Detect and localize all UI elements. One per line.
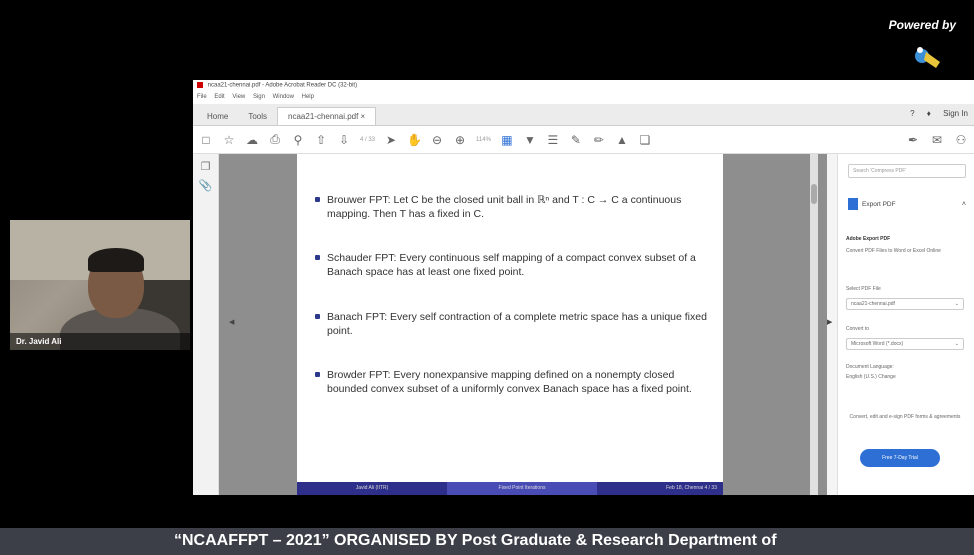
stamp-icon[interactable]: ▲: [615, 133, 629, 147]
bullet-marker: [315, 372, 320, 377]
event-banner: “NCAAFFPT – 2021” ORGANISED BY Post Grad…: [0, 528, 974, 555]
cloud-upload-icon[interactable]: ☁: [245, 133, 259, 147]
collapse-left-icon[interactable]: ◀: [229, 318, 234, 326]
export-pdf-label: Export PDF: [862, 200, 896, 208]
share-user-icon[interactable]: ⚇: [954, 133, 968, 147]
select-file-value: ncaa21-chennai.pdf: [851, 301, 895, 307]
sponsor-logo-icon: [915, 47, 940, 68]
convert-to-label: Convert to: [846, 326, 870, 332]
help-icon[interactable]: ?: [910, 109, 914, 118]
toolbar: □ ☆ ☁ ⎙ ⚲ ⇧ ⇩ 4 / 33 ➤ ✋ ⊖ ⊕ 114% ▦ ▼ ☰ …: [193, 126, 974, 154]
footer-title: Fixed Point Iterations: [447, 482, 597, 495]
left-navigation-rail: ❐ 📎: [193, 154, 219, 495]
bullet-item-brouwer: Brouwer FPT: Let C be the closed unit ba…: [315, 193, 715, 221]
tab-home[interactable]: Home: [197, 108, 238, 125]
menu-file[interactable]: File: [197, 94, 207, 100]
collapse-right-icon[interactable]: ▶: [827, 318, 832, 326]
select-file-dropdown[interactable]: ncaa21-chennai.pdf ⌄: [846, 298, 964, 310]
print-icon[interactable]: ⎙: [268, 132, 282, 147]
next-page-icon[interactable]: ⇩: [337, 133, 351, 147]
tools-search-input[interactable]: Search 'Compress PDF': [848, 164, 966, 178]
scroll-mode-icon[interactable]: ▼: [523, 133, 537, 147]
footer-author: Javid Ali (IITR): [297, 482, 447, 495]
zoom-level[interactable]: 114%: [476, 137, 491, 143]
bullet-marker: [315, 255, 320, 260]
bullet-marker: [315, 197, 320, 202]
bullet-item-banach: Banach FPT: Every self contraction of a …: [315, 310, 715, 338]
select-cursor-icon[interactable]: ➤: [384, 133, 398, 147]
page-thumbnails-icon[interactable]: ❐: [193, 160, 218, 173]
acrobat-window: ncaa21-chennai.pdf - Adobe Acrobat Reade…: [193, 80, 974, 495]
dropdown-chevron-icon: ⌄: [954, 301, 959, 307]
menu-bar: File Edit View Sign Window Help: [193, 92, 974, 104]
menu-edit[interactable]: Edit: [214, 94, 224, 100]
speaker-name-tag: Dr. Javid Ali: [10, 333, 190, 350]
create-icon[interactable]: □: [199, 133, 213, 147]
attachment-icon[interactable]: 📎: [193, 179, 218, 192]
share-mail-icon[interactable]: ✉: [930, 133, 944, 147]
export-description: Convert PDF Files to Word or Excel Onlin…: [846, 248, 941, 254]
right-tools-panel: Search 'Compress PDF' Export PDF ˄ Adobe…: [837, 154, 974, 495]
pdf-page: Brouwer FPT: Let C be the closed unit ba…: [297, 154, 723, 495]
powered-by-label: Powered by: [888, 18, 956, 32]
export-heading: Adobe Export PDF: [846, 236, 891, 242]
fill-sign-icon[interactable]: ❏: [638, 133, 652, 147]
menu-window[interactable]: Window: [273, 94, 294, 100]
webcam-feed: [10, 220, 190, 350]
window-title: ncaa21-chennai.pdf - Adobe Acrobat Reade…: [207, 82, 358, 89]
page-indicator[interactable]: 4 / 33: [360, 137, 375, 143]
bookmark-star-icon[interactable]: ☆: [222, 133, 236, 147]
free-trial-button[interactable]: Free 7-Day Trial: [860, 449, 940, 467]
select-file-label: Select PDF File: [846, 286, 881, 292]
menu-help[interactable]: Help: [302, 94, 314, 100]
document-language-label: Document Language:: [846, 364, 894, 370]
previous-page-icon[interactable]: ⇧: [314, 133, 328, 147]
fill-and-sign-icon[interactable]: ✒: [906, 133, 920, 147]
promo-text: Convert, edit and e-sign PDF forms & agr…: [849, 414, 961, 420]
tab-document[interactable]: ncaa21-chennai.pdf ×: [277, 107, 377, 125]
menu-view[interactable]: View: [232, 94, 245, 100]
hand-tool-icon[interactable]: ✋: [407, 133, 422, 147]
document-language-value[interactable]: English (U.S.) Change: [846, 374, 964, 381]
bullet-marker: [315, 314, 320, 319]
menu-sign[interactable]: Sign: [253, 94, 265, 100]
zoom-out-icon[interactable]: ⊖: [430, 133, 444, 147]
bullet-item-browder: Browder FPT: Every nonexpansive mapping …: [315, 368, 715, 396]
sign-in-link[interactable]: Sign In: [943, 109, 968, 118]
comment-icon[interactable]: ☰: [546, 133, 560, 147]
draw-icon[interactable]: ✏: [592, 133, 606, 147]
export-pdf-header[interactable]: Export PDF ˄: [848, 198, 966, 210]
export-pdf-icon: [848, 198, 858, 210]
notification-icon[interactable]: ♦: [927, 109, 931, 118]
scrollbar-thumb[interactable]: [811, 184, 817, 204]
footer-date-page: Feb 18, Chennai 4 / 33: [597, 482, 723, 495]
convert-to-dropdown[interactable]: Microsoft Word (*.docx) ⌄: [846, 338, 964, 350]
collapse-caret-icon[interactable]: ˄: [962, 201, 966, 208]
bullet-item-schauder: Schauder FPT: Every continuous self mapp…: [315, 251, 715, 279]
vertical-scrollbar[interactable]: [810, 154, 818, 495]
title-bar: ncaa21-chennai.pdf - Adobe Acrobat Reade…: [193, 80, 974, 92]
slide-footer: Javid Ali (IITR) Fixed Point Iterations …: [297, 482, 723, 495]
page-fit-icon[interactable]: ▦: [500, 133, 514, 147]
acrobat-app-icon: [197, 82, 203, 88]
highlight-pen-icon[interactable]: ✎: [569, 133, 583, 147]
zoom-in-icon[interactable]: ⊕: [453, 133, 467, 147]
convert-to-value: Microsoft Word (*.docx): [851, 341, 904, 347]
zoom-search-icon[interactable]: ⚲: [291, 133, 305, 147]
dropdown-chevron-icon: ⌄: [954, 341, 959, 347]
tab-bar: Home Tools ncaa21-chennai.pdf × ? ♦ Sign…: [193, 104, 974, 126]
tab-tools[interactable]: Tools: [238, 108, 277, 125]
